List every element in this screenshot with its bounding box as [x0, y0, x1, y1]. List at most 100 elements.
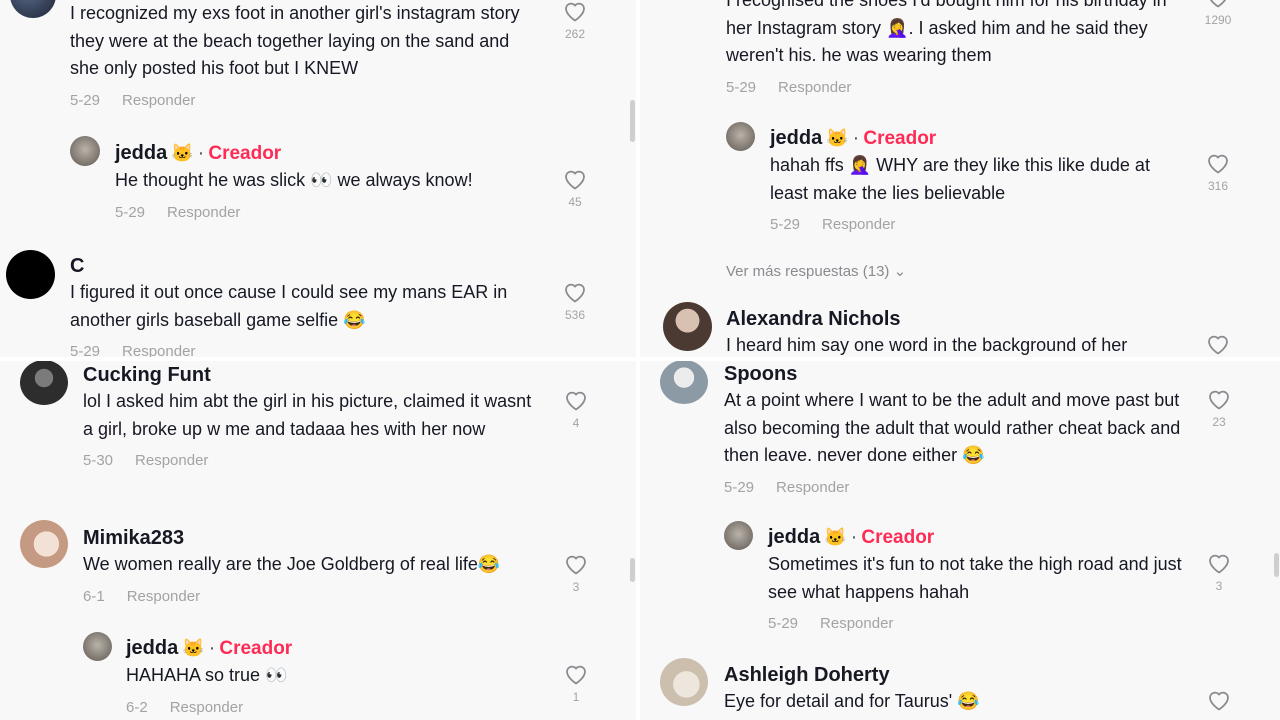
creator-badge: Creador — [208, 143, 282, 164]
avatar[interactable] — [6, 250, 55, 299]
comment-date: 6-1 — [83, 587, 105, 605]
reply-button[interactable]: Responder — [776, 479, 849, 496]
comment-meta: 5-29 Responder — [115, 204, 545, 221]
like-control: 23 — [1199, 388, 1239, 429]
avatar[interactable] — [83, 632, 112, 661]
heart-icon[interactable] — [564, 389, 588, 411]
heart-icon[interactable] — [563, 168, 587, 190]
reply-button[interactable]: Responder — [820, 615, 893, 632]
comments-panel-2: I recognised the shoes I'd bought him fo… — [640, 0, 1280, 357]
heart-icon[interactable] — [1207, 388, 1231, 410]
avatar[interactable] — [660, 658, 708, 706]
heart-icon[interactable] — [563, 0, 587, 22]
like-count: 4 — [572, 416, 580, 430]
comment-text: I recognized my exs foot in another girl… — [70, 3, 520, 78]
comment-text: Sometimes it's fun to not take the high … — [768, 554, 1182, 602]
like-control: 536 — [555, 281, 595, 322]
reply-button[interactable]: Responder — [778, 79, 851, 96]
heart-icon[interactable] — [1207, 689, 1231, 711]
like-control — [1199, 689, 1239, 711]
comment-meta: 5-29 Responder — [70, 343, 540, 357]
heart-icon[interactable] — [563, 281, 587, 303]
like-control: 316 — [1198, 152, 1238, 193]
like-count: 1290 — [1204, 13, 1232, 27]
comment-meta: 5-30 Responder — [83, 452, 543, 469]
comment-text: We women really are the Joe Goldberg of … — [83, 554, 501, 574]
view-more-label: Ver más respuestas (13) — [726, 263, 890, 280]
username[interactable]: Cucking Funt — [83, 362, 543, 388]
username[interactable]: Mimika283 — [83, 525, 543, 551]
reply-button[interactable]: Responder — [170, 699, 243, 716]
like-count: 1 — [572, 690, 580, 704]
cat-emoji-icon: 🐱 — [182, 638, 205, 658]
comment-meta: 5-29 Responder — [70, 92, 540, 109]
heart-icon[interactable] — [564, 663, 588, 685]
like-count: 45 — [568, 195, 582, 209]
avatar[interactable] — [20, 520, 68, 568]
reply-button[interactable]: Responder — [167, 204, 240, 221]
comment-text: hahah ffs 🤦‍♀️ WHY are they like this li… — [770, 155, 1150, 203]
username[interactable]: Spoons — [724, 361, 1194, 387]
avatar[interactable] — [20, 361, 68, 405]
comment-text: I recognised the shoes I'd bought him fo… — [726, 0, 1167, 65]
reply-button[interactable]: Responder — [122, 92, 195, 109]
scrollbar[interactable] — [630, 558, 635, 582]
username-row: jedda 🐱 · Creador — [770, 125, 1190, 152]
creator-badge: Creador — [863, 128, 937, 149]
cat-emoji-icon: 🐱 — [171, 143, 194, 163]
reply-button[interactable]: Responder — [122, 343, 195, 357]
avatar[interactable] — [663, 302, 712, 351]
comment-date: 5-30 — [83, 452, 114, 469]
comment-meta: 6-2 Responder — [126, 699, 546, 716]
heart-icon[interactable] — [1206, 152, 1230, 174]
like-control: 3 — [1199, 552, 1239, 593]
comment-date: 5-29 — [70, 91, 101, 109]
comment-date: 5-29 — [70, 343, 101, 357]
cat-emoji-icon: 🐱 — [826, 128, 849, 148]
like-count: 3 — [572, 580, 580, 594]
username[interactable]: C — [70, 253, 540, 279]
username-row: jedda 🐱 · Creador — [768, 524, 1188, 551]
avatar[interactable] — [10, 0, 56, 18]
scrollbar[interactable] — [630, 100, 635, 142]
avatar[interactable] — [70, 136, 100, 166]
comment-text: I figured it out once cause I could see … — [70, 282, 508, 330]
username-row: jedda 🐱 · Creador — [115, 140, 545, 167]
avatar[interactable] — [660, 361, 708, 404]
comment-meta: 5-29 Responder — [768, 615, 1188, 632]
comment-text: I heard him say one word in the backgrou… — [726, 335, 1128, 355]
like-count: 23 — [1212, 415, 1226, 429]
username[interactable]: jedda — [126, 637, 178, 659]
username[interactable]: jedda — [115, 142, 167, 164]
username[interactable]: jedda — [768, 526, 820, 548]
separator-dot: · — [852, 127, 860, 149]
username[interactable]: jedda — [770, 127, 822, 149]
reply-button[interactable]: Responder — [822, 216, 895, 233]
heart-icon[interactable] — [1206, 0, 1230, 8]
comment-date: 5-29 — [724, 478, 755, 496]
like-control: 1 — [556, 663, 596, 704]
username[interactable]: Alexandra Nichols — [726, 306, 1196, 332]
like-control: 1290 — [1198, 0, 1238, 27]
comments-panel-1: I recognized my exs foot in another girl… — [0, 0, 636, 357]
heart-icon[interactable] — [1206, 333, 1230, 355]
like-count: 3 — [1215, 579, 1223, 593]
separator-dot: · — [197, 142, 205, 164]
reply-button[interactable]: Responder — [135, 452, 208, 469]
scrollbar[interactable] — [1274, 553, 1279, 577]
avatar[interactable] — [726, 122, 755, 151]
comment-date: 6-2 — [126, 698, 148, 716]
heart-icon[interactable] — [1207, 552, 1231, 574]
comment-date: 5-29 — [768, 615, 799, 632]
avatar[interactable] — [724, 521, 753, 550]
separator-dot: · — [850, 526, 858, 548]
creator-badge: Creador — [219, 638, 293, 659]
heart-icon[interactable] — [564, 553, 588, 575]
comments-panel-3: Cucking Funt lol I asked him abt the gir… — [0, 361, 636, 720]
like-control: 3 — [556, 553, 596, 594]
comment-text: Eye for detail and for Taurus' 😂 — [724, 691, 980, 711]
comment-date: 5-29 — [770, 216, 801, 233]
reply-button[interactable]: Responder — [127, 588, 200, 605]
username[interactable]: Ashleigh Doherty — [724, 662, 1194, 688]
view-more-replies[interactable]: Ver más respuestas (13) ⌄ — [726, 262, 906, 280]
